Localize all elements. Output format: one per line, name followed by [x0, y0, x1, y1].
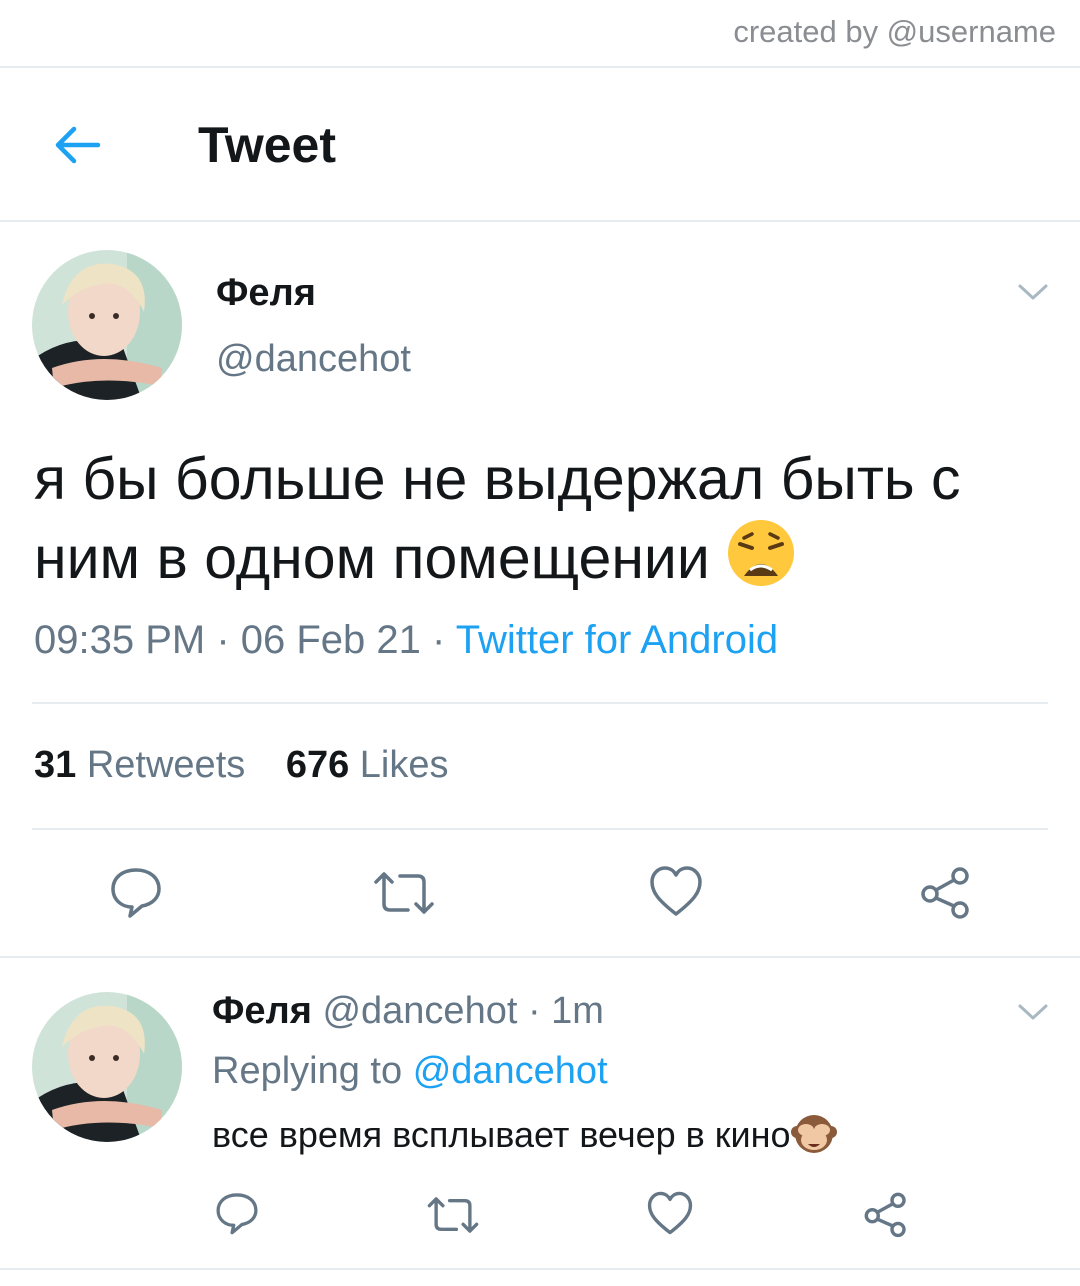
- replying-prefix: Replying to: [212, 1050, 403, 1092]
- share-button[interactable]: [918, 864, 974, 920]
- share-button[interactable]: [862, 1190, 910, 1238]
- retweets-count: 31: [34, 744, 77, 786]
- divider: [32, 702, 1048, 704]
- chevron-down-icon[interactable]: [1016, 280, 1050, 309]
- heart-icon: [650, 866, 702, 916]
- reply-button[interactable]: [214, 1190, 260, 1236]
- separator: ·: [420, 618, 456, 662]
- chevron-down-icon[interactable]: [1016, 1000, 1050, 1029]
- share-icon: [864, 1192, 906, 1238]
- avatar[interactable]: [32, 992, 182, 1142]
- reply-time: 1m: [551, 990, 604, 1032]
- tweet-meta: 09:35 PM · 06 Feb 21 · Twitter for Andro…: [34, 618, 778, 663]
- like-button[interactable]: [646, 1190, 694, 1236]
- likes-label: Likes: [359, 744, 449, 786]
- tweet-time: 09:35 PM: [34, 618, 206, 662]
- reply-author-name[interactable]: Феля: [212, 990, 312, 1032]
- share-icon: [921, 867, 969, 919]
- tweet-source-link[interactable]: Twitter for Android: [456, 618, 778, 662]
- retweets-label: Retweets: [86, 744, 246, 786]
- divider: [32, 828, 1048, 830]
- separator: ·: [517, 990, 552, 1032]
- likes-count: 676: [285, 744, 350, 786]
- watermark: created by @username: [733, 14, 1056, 49]
- divider: [0, 956, 1080, 958]
- see-no-evil-monkey-icon: [790, 1110, 837, 1165]
- separator: ·: [205, 618, 241, 662]
- tweet-text-line: ним в одном помещении: [34, 518, 1044, 607]
- top-bar: Tweet: [0, 68, 1080, 220]
- weary-face-icon: [726, 518, 796, 607]
- heart-icon: [647, 1191, 693, 1235]
- retweet-button[interactable]: [372, 866, 436, 920]
- tweet-text: я бы больше не выдержал быть с ним в одн…: [34, 440, 1044, 607]
- tweet-date: 06 Feb 21: [240, 618, 421, 662]
- reply-text-content: все время всплывает вечер в кино: [212, 1114, 791, 1156]
- avatar[interactable]: [32, 250, 182, 400]
- author-name[interactable]: Феля: [216, 272, 316, 315]
- reply-header: Феля @dancehot · 1m: [212, 990, 604, 1033]
- arrow-left-icon: [55, 126, 101, 164]
- tweet-stats: 31 Retweets 676 Likes: [34, 744, 479, 787]
- back-button[interactable]: [48, 120, 108, 170]
- reply-text: все время всплывает вечер в кино: [212, 1110, 837, 1165]
- likes-stat[interactable]: 676 Likes: [286, 744, 449, 787]
- author-handle[interactable]: @dancehot: [216, 338, 411, 381]
- reply-handle[interactable]: @dancehot: [322, 990, 517, 1032]
- retweets-stat[interactable]: 31 Retweets: [34, 744, 245, 787]
- retweet-icon: [427, 1197, 479, 1233]
- page-title: Tweet: [198, 117, 336, 173]
- tweet-text-line-2: ним в одном помещении: [34, 525, 710, 592]
- replying-to: Replying to @dancehot: [212, 1050, 608, 1093]
- divider: [0, 220, 1080, 222]
- like-button[interactable]: [648, 864, 704, 918]
- retweet-icon: [374, 872, 434, 914]
- divider: [0, 1268, 1080, 1270]
- replying-to-mention[interactable]: @dancehot: [413, 1050, 608, 1092]
- reply-button[interactable]: [108, 864, 164, 920]
- tweet-text-line: я бы больше не выдержал быть с: [34, 446, 961, 512]
- reply-icon: [111, 868, 161, 918]
- reply-icon: [216, 1193, 258, 1235]
- retweet-button[interactable]: [426, 1192, 480, 1238]
